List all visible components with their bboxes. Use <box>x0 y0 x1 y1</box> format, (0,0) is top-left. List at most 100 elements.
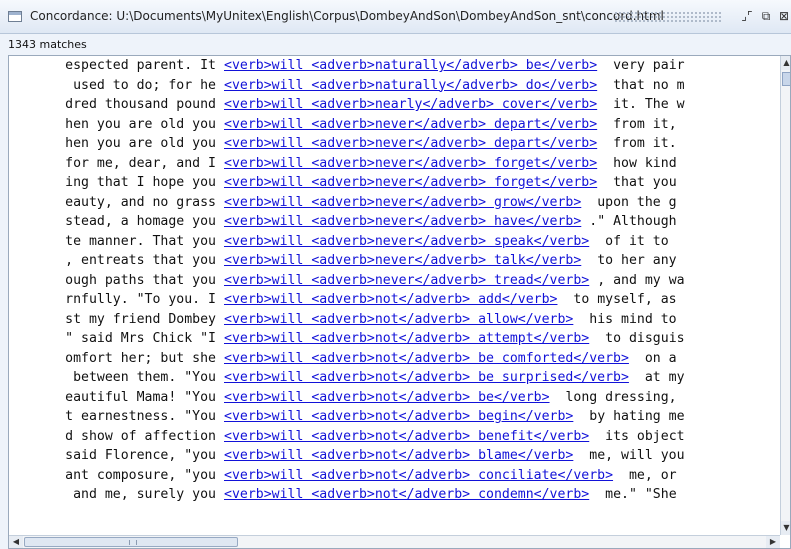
window-titlebar[interactable]: Concordance: U:\Documents\MyUnitex\Engli… <box>0 0 791 34</box>
concordance-row: , entreats that you <verb>will <adverb>ne… <box>9 251 780 271</box>
right-context: to her any <box>589 253 677 268</box>
vertical-scrollbar[interactable]: ▲ ▼ <box>780 56 790 535</box>
concordance-row: stead, a homage you <verb>will <adverb>ne… <box>9 212 780 232</box>
window-frame-icon <box>8 11 22 22</box>
left-context: hen you are old you <box>11 134 216 154</box>
left-context: , entreats that you <box>11 251 216 271</box>
match-link[interactable]: <verb>will <adverb>not</adverb> concilia… <box>224 468 613 483</box>
match-link[interactable]: <verb>will <adverb>never</adverb> talk</… <box>224 253 581 268</box>
thumb-grip-icon <box>129 540 137 545</box>
match-link[interactable]: <verb>will <adverb>never</adverb> forget… <box>224 175 597 190</box>
match-link[interactable]: <verb>will <adverb>not</adverb> be comfo… <box>224 351 629 366</box>
left-context: st my friend Dombey <box>11 310 216 330</box>
scroll-right-arrow-icon[interactable]: ▶ <box>766 536 780 548</box>
left-context: for me, dear, and I <box>11 154 216 174</box>
close-icon[interactable]: ⊠ <box>777 8 791 24</box>
left-context: hen you are old you <box>11 115 216 135</box>
left-context-text: espected parent. It <box>65 58 216 73</box>
left-context: dred thousand pound <box>11 95 216 115</box>
concordance-row: d show of affection <verb>will <adverb>no… <box>9 427 780 447</box>
right-context: it. The w <box>605 97 685 112</box>
concordance-panel: espected parent. It <verb>will <adverb>na… <box>8 55 791 549</box>
concordance-row: said Florence, "you <verb>will <adverb>no… <box>9 446 780 466</box>
left-context: espected parent. It <box>11 56 216 76</box>
right-context: how kind <box>605 155 677 171</box>
left-context-text: " said Mrs Chick "I <box>65 331 216 346</box>
concordance-row: ant composure, "you <verb>will <adverb>no… <box>9 466 780 486</box>
right-context: its object <box>597 428 685 444</box>
match-link[interactable]: <verb>will <adverb>never</adverb> tread<… <box>224 273 589 288</box>
match-link[interactable]: <verb>will <adverb>not</adverb> allow</v… <box>224 312 573 327</box>
left-context: te manner. That you <box>11 232 216 252</box>
left-context: d show of affection <box>11 427 216 447</box>
iconify-icon[interactable]: ⌟⌜ <box>739 8 755 24</box>
left-context-text: between them. "You <box>73 370 216 385</box>
left-context-text: stead, a homage you <box>65 214 216 229</box>
left-context-text: omfort her; but she <box>65 350 216 366</box>
match-link[interactable]: <verb>will <adverb>not</adverb> condemn<… <box>224 487 589 502</box>
left-context: and me, surely you <box>11 485 216 505</box>
left-context-text: , entreats that you <box>65 253 216 268</box>
left-context-text: t earnestness. "You <box>65 409 216 424</box>
horizontal-scroll-thumb[interactable] <box>24 537 238 547</box>
right-context: to disguis <box>597 331 685 346</box>
left-context-text: te manner. That you <box>65 233 216 249</box>
right-context: me, will you <box>581 448 685 463</box>
window-title: Concordance: U:\Documents\MyUnitex\Engli… <box>30 9 664 23</box>
concordance-row: " said Mrs Chick "I <verb>will <adverb>no… <box>9 329 780 349</box>
match-link[interactable]: <verb>will <adverb>naturally</adverb> do… <box>224 78 597 93</box>
match-link[interactable]: <verb>will <adverb>not</adverb> benefit<… <box>224 429 589 444</box>
left-context-text: st my friend Dombey <box>65 311 216 327</box>
match-link[interactable]: <verb>will <adverb>nearly</adverb> cover… <box>224 97 597 112</box>
left-context: ing that I hope you <box>11 173 216 193</box>
match-link[interactable]: <verb>will <adverb>never</adverb> depart… <box>224 117 597 132</box>
right-context: at my <box>636 370 685 385</box>
concordance-list[interactable]: espected parent. It <verb>will <adverb>na… <box>9 56 780 535</box>
match-link[interactable]: <verb>will <adverb>not</adverb> attempt<… <box>224 331 589 346</box>
match-link[interactable]: <verb>will <adverb>never</adverb> grow</… <box>224 195 581 210</box>
left-context: used to do; for he <box>11 76 216 96</box>
vertical-scroll-thumb[interactable] <box>782 72 790 86</box>
match-link[interactable]: <verb>will <adverb>never</adverb> speak<… <box>224 234 589 249</box>
scroll-left-arrow-icon[interactable]: ◀ <box>9 536 23 548</box>
concordance-row: used to do; for he <verb>will <adverb>nat… <box>9 76 780 96</box>
concordance-row: hen you are old you <verb>will <adverb>ne… <box>9 134 780 154</box>
scroll-up-arrow-icon[interactable]: ▲ <box>781 56 790 70</box>
left-context-text: rnfully. "To you. I <box>65 292 216 307</box>
left-context: stead, a homage you <box>11 212 216 232</box>
titlebar-grip[interactable] <box>614 11 722 23</box>
left-context: " said Mrs Chick "I <box>11 329 216 349</box>
match-link[interactable]: <verb>will <adverb>not</adverb> be</verb… <box>224 390 550 405</box>
concordance-row: eauty, and no grass <verb>will <adverb>ne… <box>9 193 780 213</box>
match-link[interactable]: <verb>will <adverb>not</adverb> begin</v… <box>224 409 573 424</box>
concordance-row: ing that I hope you <verb>will <adverb>ne… <box>9 173 780 193</box>
horizontal-scrollbar[interactable]: ◀ ▶ <box>9 535 780 548</box>
match-link[interactable]: <verb>will <adverb>never</adverb> depart… <box>224 136 597 151</box>
right-context: very pair <box>605 58 685 73</box>
left-context-text: said Florence, "you <box>65 448 216 463</box>
left-context-text: eautiful Mama! "You <box>65 389 216 405</box>
match-link[interactable]: <verb>will <adverb>not</adverb> blame</v… <box>224 448 573 463</box>
match-link[interactable]: <verb>will <adverb>never</adverb> forget… <box>224 156 597 171</box>
left-context-text: for me, dear, and I <box>65 155 216 171</box>
match-link[interactable]: <verb>will <adverb>not</adverb> add</ver… <box>224 292 557 307</box>
left-context-text: ough paths that you <box>65 272 216 288</box>
right-context: , and my wa <box>597 272 685 288</box>
maximize-icon[interactable]: ⧉ <box>758 8 774 24</box>
match-link[interactable]: <verb>will <adverb>naturally</adverb> be… <box>224 58 597 73</box>
left-context: rnfully. "To you. I <box>11 290 216 310</box>
left-context-text: used to do; for he <box>73 77 216 93</box>
concordance-row: rnfully. "To you. I <verb>will <adverb>no… <box>9 290 780 310</box>
right-context: upon the g <box>589 194 677 210</box>
left-context-text: hen you are old you <box>65 116 216 132</box>
concordance-row: t earnestness. "You <verb>will <adverb>no… <box>9 407 780 427</box>
left-context: said Florence, "you <box>11 446 216 466</box>
right-context: me, or <box>621 467 677 483</box>
concordance-row: st my friend Dombey <verb>will <adverb>no… <box>9 310 780 330</box>
concordance-row: between them. "You <verb>will <adverb>not… <box>9 368 780 388</box>
concordance-row: te manner. That you <verb>will <adverb>ne… <box>9 232 780 252</box>
match-link[interactable]: <verb>will <adverb>not</adverb> be surpr… <box>224 370 629 385</box>
left-context: eauty, and no grass <box>11 193 216 213</box>
scroll-down-arrow-icon[interactable]: ▼ <box>781 521 790 535</box>
match-link[interactable]: <verb>will <adverb>never</adverb> have</… <box>224 214 581 229</box>
